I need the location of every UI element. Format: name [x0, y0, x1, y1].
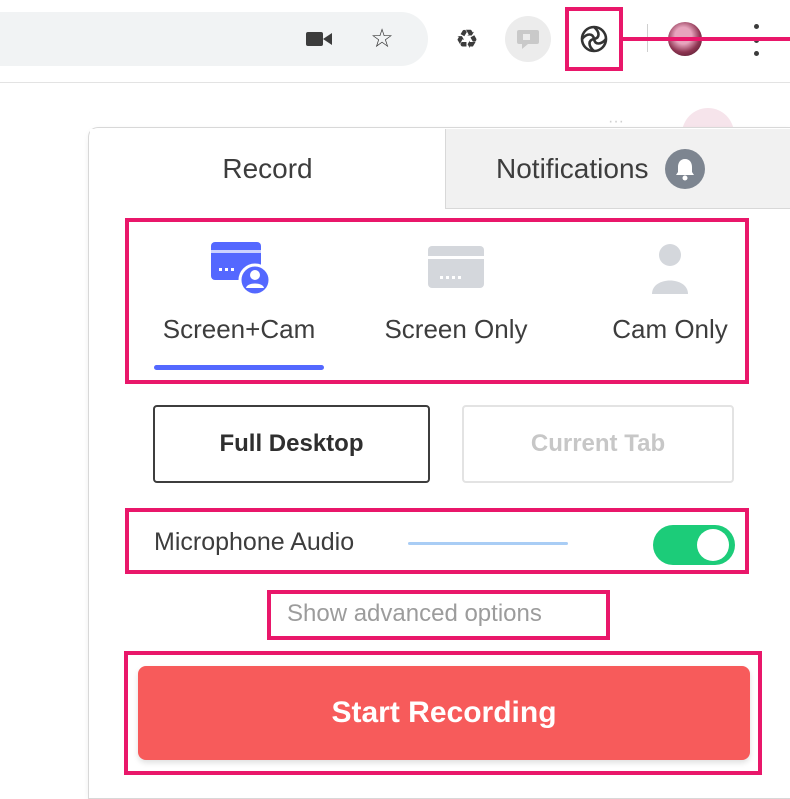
bell-icon: [664, 148, 705, 189]
browser-toolbar: ☆ ♻: [0, 0, 790, 83]
start-recording-button[interactable]: Start Recording: [138, 666, 750, 760]
loom-logo-icon: [580, 25, 608, 53]
annotation-line-extension: [623, 37, 790, 41]
bookmark-star-icon[interactable]: ☆: [368, 24, 396, 52]
mode-screen-only[interactable]: Screen Only: [356, 240, 556, 370]
recycle-icon[interactable]: ♻: [452, 24, 482, 54]
microphone-label: Microphone Audio: [154, 528, 355, 556]
microphone-toggle-knob: [697, 529, 729, 561]
extension-chat-icon[interactable]: [505, 16, 551, 62]
loom-extension-button[interactable]: [565, 7, 623, 71]
mode-label: Screen Only: [384, 314, 528, 344]
person-icon: [652, 244, 688, 294]
tab-record-label: Record: [222, 153, 313, 184]
show-advanced-options-link[interactable]: Show advanced options: [287, 600, 542, 628]
address-bar[interactable]: [0, 12, 428, 66]
mode-cam-only[interactable]: Cam Only: [570, 240, 770, 370]
current-tab-button[interactable]: Current Tab: [462, 405, 734, 483]
background-dots: ···: [608, 113, 624, 130]
full-desktop-button[interactable]: Full Desktop: [153, 405, 430, 483]
video-camera-icon[interactable]: [306, 28, 332, 50]
tab-record[interactable]: Record: [90, 129, 445, 209]
screen-cam-icon: [211, 242, 271, 296]
mode-screen-cam[interactable]: Screen+Cam: [139, 240, 339, 370]
tab-notifications-label: Notifications: [496, 152, 649, 184]
screen-icon: [428, 246, 484, 288]
tab-notifications[interactable]: Notifications: [445, 129, 790, 209]
mode-label: Screen+Cam: [162, 314, 316, 344]
selected-mode-indicator: [154, 365, 324, 370]
microphone-level-line: [408, 542, 568, 545]
mode-label: Cam Only: [612, 314, 728, 344]
